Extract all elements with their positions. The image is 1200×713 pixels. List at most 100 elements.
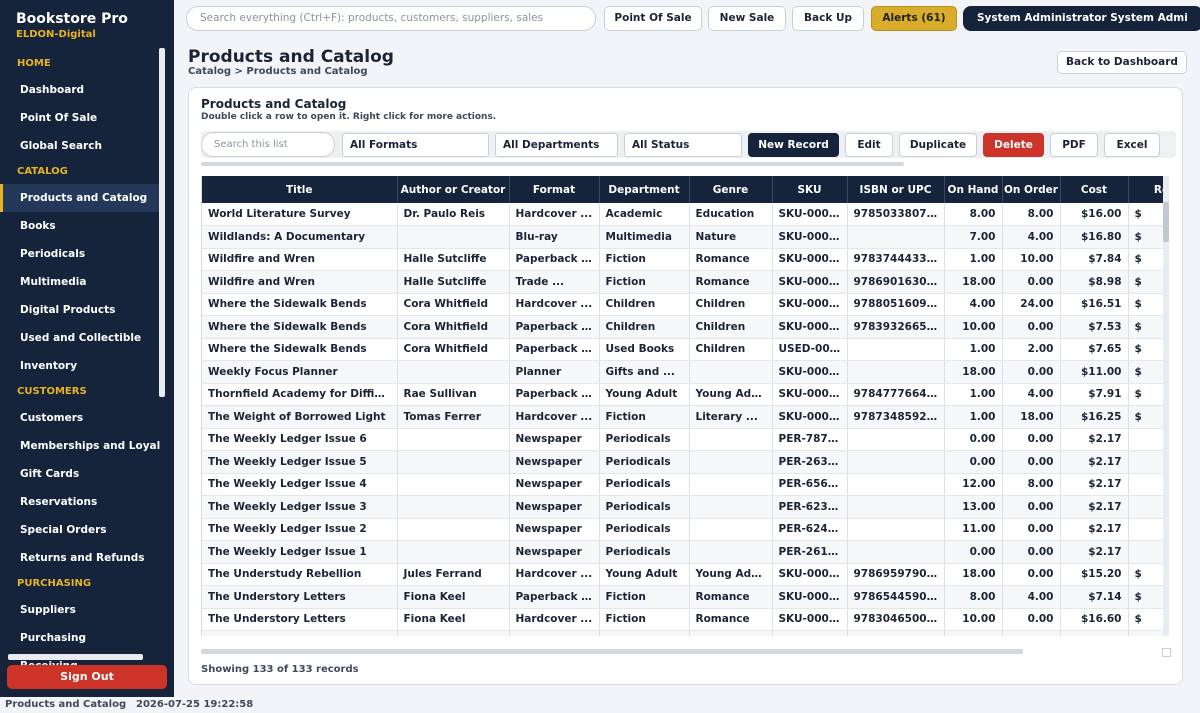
cell-genre: Romance xyxy=(689,630,773,636)
table-row[interactable]: World Literature Survey Dr. Paulo Reis Har… xyxy=(202,203,1163,226)
cell-author-or-creator xyxy=(397,428,510,451)
table-row[interactable]: The Weight of Borrowed Light Tomas Ferrer… xyxy=(202,405,1163,429)
sidebar-item-reservations[interactable]: Reservations xyxy=(0,488,160,516)
table-row[interactable]: The Understory LettersFiona KeelPaperbac… xyxy=(202,585,1163,609)
cell-format: Planner xyxy=(509,360,600,384)
table-row[interactable]: Wildlands: A Documentary Blu-ray Multimedi… xyxy=(202,225,1163,249)
sidebar-item-books[interactable]: Books xyxy=(0,212,160,240)
table-row[interactable]: Thornfield Academy for Difficul... Rae Su… xyxy=(202,383,1163,406)
cell-re: $ xyxy=(1128,248,1163,271)
delete-button[interactable]: Delete xyxy=(983,133,1044,157)
table-row[interactable]: The Understory LettersFiona KeelPaperbac… xyxy=(202,630,1163,636)
cell-isbn-or-upc xyxy=(847,428,945,451)
cell-department: Gifts and ... xyxy=(599,360,690,384)
column-header-isbn-or-upc[interactable]: ISBN or UPC xyxy=(847,176,945,203)
sidebar-item-purchasing[interactable]: Purchasing xyxy=(0,624,160,652)
excel-export-button[interactable]: Excel xyxy=(1104,133,1160,157)
sidebar-item-customers[interactable]: Customers xyxy=(0,404,160,432)
user-menu-button[interactable]: System Administrator System Admi xyxy=(963,6,1200,31)
sidebar-item-digital-products[interactable]: Digital Products xyxy=(0,296,160,324)
edit-button[interactable]: Edit xyxy=(845,133,893,157)
table-row[interactable]: The Weekly Ledger Issue 5 Newspaper Period… xyxy=(202,450,1163,474)
sidebar-item-point-of-sale[interactable]: Point Of Sale xyxy=(0,104,160,132)
point-of-sale-button[interactable]: Point Of Sale xyxy=(604,6,702,31)
sidebar-item-inventory[interactable]: Inventory xyxy=(0,352,160,380)
cell-on-order: 24.00 xyxy=(1002,293,1061,316)
cell-on-order: 8.00 xyxy=(1002,203,1061,226)
column-header-author-or-creator[interactable]: Author or Creator xyxy=(397,176,510,203)
sidebar-item-global-search[interactable]: Global Search xyxy=(0,132,160,160)
pdf-export-button[interactable]: PDF xyxy=(1050,133,1098,157)
back-up-button[interactable]: Back Up xyxy=(792,6,864,31)
column-header-on-order[interactable]: On Order xyxy=(1002,176,1061,203)
cell-on-hand: 12.00 xyxy=(944,473,1003,496)
new-record-button[interactable]: New Record xyxy=(748,133,839,157)
sidebar-item-gift-cards[interactable]: Gift Cards xyxy=(0,460,160,488)
cell-author-or-creator xyxy=(397,450,510,474)
page-title: Products and Catalog xyxy=(188,47,394,67)
sign-out-button[interactable]: Sign Out xyxy=(7,665,167,689)
column-header-re[interactable]: Re xyxy=(1128,176,1163,203)
cell-sku: PER-26199 xyxy=(772,540,848,564)
table-row[interactable]: Where the Sidewalk Bends Cora Whitfield Ha… xyxy=(202,293,1163,316)
cell-isbn-or-upc xyxy=(847,540,945,564)
cell-department: Fiction xyxy=(599,270,690,294)
table-row[interactable]: Weekly Focus Planner Planner Gifts and ...… xyxy=(202,360,1163,384)
column-header-cost[interactable]: Cost xyxy=(1060,176,1129,203)
list-search-input[interactable]: Search this list xyxy=(201,132,335,157)
cell-isbn-or-upc: 9786544590... xyxy=(847,585,945,609)
cell-on-hand: 18.00 xyxy=(944,270,1003,294)
table-row[interactable]: The Weekly Ledger Issue 2 Newspaper Period… xyxy=(202,518,1163,541)
cell-cost: $7.14 xyxy=(1060,585,1129,609)
sidebar-section-purchasing: PURCHASING xyxy=(17,578,92,589)
sidebar-item-suppliers[interactable]: Suppliers xyxy=(0,596,160,624)
column-header-department[interactable]: Department xyxy=(599,176,690,203)
cell-sku: USED-00... xyxy=(772,338,848,361)
column-header-format[interactable]: Format xyxy=(509,176,600,203)
duplicate-button[interactable]: Duplicate xyxy=(899,133,977,157)
department-filter-select[interactable]: All Departments xyxy=(495,133,618,157)
table-row[interactable]: The Weekly Ledger Issue 6 Newspaper Period… xyxy=(202,428,1163,451)
cell-genre xyxy=(689,450,773,474)
column-header-title[interactable]: Title xyxy=(202,176,398,203)
table-row[interactable]: The Weekly Ledger Issue 1 Newspaper Period… xyxy=(202,540,1163,564)
table-row[interactable]: The Weekly Ledger Issue 4 Newspaper Period… xyxy=(202,473,1163,496)
table-horizontal-scrollbar[interactable] xyxy=(201,649,1023,654)
new-sale-button[interactable]: New Sale xyxy=(708,6,786,31)
format-filter-select[interactable]: All Formats xyxy=(342,133,489,157)
table-row[interactable]: The Weekly Ledger Issue 3 Newspaper Period… xyxy=(202,495,1163,519)
table-scroll-thumb[interactable] xyxy=(1163,202,1169,242)
column-header-on-hand[interactable]: On Hand xyxy=(944,176,1003,203)
sidebar-scrollbar[interactable] xyxy=(159,48,165,397)
column-header-sku[interactable]: SKU xyxy=(772,176,848,203)
table-row[interactable]: Where the Sidewalk Bends Cora Whitfield Pa… xyxy=(202,338,1163,361)
sidebar-item-special-orders[interactable]: Special Orders xyxy=(0,516,160,544)
table-row[interactable]: Wildfire and Wren Halle Sutcliffe Paperbac… xyxy=(202,248,1163,271)
sidebar-item-memberships-and-loyalty[interactable]: Memberships and Loyalty xyxy=(0,432,160,460)
sidebar-item-multimedia[interactable]: Multimedia xyxy=(0,268,160,296)
status-filter-select[interactable]: All Status xyxy=(624,133,742,157)
cell-on-order: 0.00 xyxy=(1002,540,1061,564)
table-row[interactable]: The Understudy Rebellion Jules Ferrand Har… xyxy=(202,563,1163,586)
sidebar-item-dashboard[interactable]: Dashboard xyxy=(0,76,160,104)
cell-cost: $2.17 xyxy=(1060,473,1129,496)
global-search-input[interactable]: Search everything (Ctrl+F): products, cu… xyxy=(186,6,596,31)
cell-re xyxy=(1128,518,1163,541)
sidebar-item-returns-and-refunds[interactable]: Returns and Refunds xyxy=(0,544,160,572)
table-row[interactable]: Wildfire and Wren Halle Sutcliffe Trade ..… xyxy=(202,270,1163,294)
alerts-button[interactable]: Alerts (61) xyxy=(871,6,957,31)
sidebar-item-used-and-collectible[interactable]: Used and Collectible xyxy=(0,324,160,352)
cell-cost: $2.17 xyxy=(1060,540,1129,564)
table-row[interactable]: The Understory Letters Fiona Keel Hardcove… xyxy=(202,608,1163,631)
table-vertical-scrollbar[interactable] xyxy=(1163,176,1169,636)
column-header-genre[interactable]: Genre xyxy=(689,176,773,203)
cell-on-hand: 1.00 xyxy=(944,338,1003,361)
table-row[interactable]: Where the Sidewalk Bends Cora Whitfield Pa… xyxy=(202,315,1163,339)
sidebar-item-periodicals[interactable]: Periodicals xyxy=(0,240,160,268)
card-title: Products and Catalog xyxy=(201,97,347,111)
toolbar-scrollbar[interactable] xyxy=(201,162,904,166)
back-to-dashboard-button[interactable]: Back to Dashboard xyxy=(1057,51,1187,74)
sidebar-horizontal-scrollbar[interactable] xyxy=(8,654,143,660)
cell-cost: $16.00 xyxy=(1060,203,1129,226)
sidebar-item-products-and-catalog[interactable]: Products and Catalog xyxy=(0,184,160,212)
